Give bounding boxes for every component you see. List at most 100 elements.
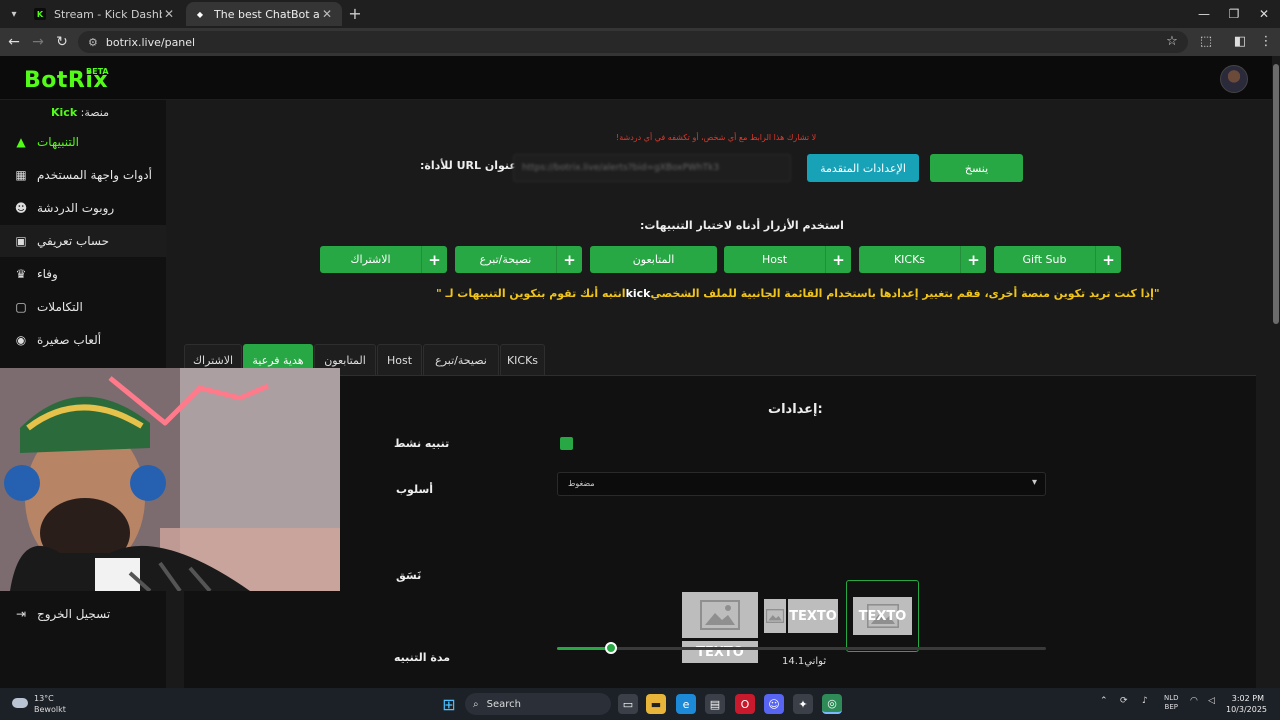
test-kicks-button[interactable]: KICKs + xyxy=(859,246,986,273)
plus-icon: + xyxy=(960,246,986,273)
tab-tip-donation[interactable]: نصيحة/تبرع xyxy=(423,344,499,376)
tab-kicks[interactable]: KICKs xyxy=(500,344,545,376)
layout-option-image-left[interactable]: TEXTO xyxy=(764,599,838,633)
button-label: Gift Sub xyxy=(1022,253,1067,266)
tab-host[interactable]: Host xyxy=(377,344,422,376)
page-scrollbar[interactable] xyxy=(1272,56,1280,688)
test-followers-button[interactable]: المتابعون xyxy=(590,246,717,273)
settings-title: إعدادات: xyxy=(768,402,823,417)
layout-text-sample: TEXTO xyxy=(788,599,838,633)
scrollbar-thumb[interactable] xyxy=(1273,64,1279,324)
duration-slider-handle[interactable] xyxy=(604,642,617,654)
sidebar-item-alerts[interactable]: ▲ التنبيهات xyxy=(0,126,166,158)
layout-option-text-overlay[interactable]: TEXTO xyxy=(846,580,919,652)
active-alert-checkbox[interactable] xyxy=(560,437,573,450)
discord-icon[interactable]: ☺ xyxy=(764,694,784,714)
tab-title: The best ChatBot and Widgets xyxy=(214,7,320,21)
active-alert-label: تنبيه نشط xyxy=(394,437,450,450)
plus-icon: + xyxy=(556,246,582,273)
bookmark-star-icon[interactable]: ☆ xyxy=(1162,32,1182,52)
sidebar-item-label: التكاملات xyxy=(37,300,83,314)
profile-card-icon: ▣ xyxy=(15,234,27,248)
alert-duration-label: مدة التنبيه xyxy=(394,651,451,664)
new-tab-button[interactable]: + xyxy=(346,5,364,23)
microphone-icon[interactable]: ♪ xyxy=(1142,696,1148,706)
advanced-settings-button[interactable]: الإعدادات المتقدمة xyxy=(807,154,919,182)
volume-icon[interactable]: ◁ xyxy=(1208,696,1215,706)
url-warning-text: لا تشارك هذا الرابط مع أي شخص، أو تكشفه … xyxy=(616,133,817,142)
platform-indicator: منصة: Kick xyxy=(51,106,109,119)
button-label: Host xyxy=(761,253,788,266)
gamepad-icon: ◉ xyxy=(15,333,27,347)
test-gift-sub-button[interactable]: Gift Sub + xyxy=(994,246,1121,273)
cloud-icon xyxy=(12,698,28,708)
reload-icon[interactable]: ↻ xyxy=(52,32,72,52)
weather-temp: 13°C xyxy=(34,694,54,703)
tab-close-icon[interactable]: ✕ xyxy=(320,7,334,21)
style-label: أسلوب xyxy=(396,483,434,496)
store-icon[interactable]: ▤ xyxy=(705,694,725,714)
minimize-button[interactable]: — xyxy=(1194,4,1214,24)
integrations-icon: ▢ xyxy=(15,300,27,314)
copy-url-button[interactable]: ينسخ xyxy=(930,154,1023,182)
test-subscription-button[interactable]: الاشتراك + xyxy=(320,246,447,273)
app-icon[interactable]: ✦ xyxy=(793,694,813,714)
sidebar-item-widgets[interactable]: ▦ أدوات واجهة المستخدم xyxy=(0,159,166,191)
image-placeholder-icon xyxy=(682,592,758,638)
taskbar-search[interactable]: ⌕ Search xyxy=(465,693,611,715)
tab-close-icon[interactable]: ✕ xyxy=(162,7,176,21)
duration-slider-fill xyxy=(557,647,611,650)
platform-value: Kick xyxy=(51,106,78,119)
layout-option-image-top[interactable]: TEXTO xyxy=(682,592,758,664)
tab-search-icon[interactable]: ▾ xyxy=(4,4,24,24)
edge-icon[interactable]: e xyxy=(676,694,696,714)
restore-button[interactable]: ❐ xyxy=(1224,4,1244,24)
wifi-icon[interactable]: ◠ xyxy=(1190,696,1198,706)
system-clock[interactable]: 3:02 PM 10/3/2025 xyxy=(1226,693,1267,715)
forward-icon[interactable]: → xyxy=(28,32,48,52)
language-indicator[interactable]: NLD BEP xyxy=(1164,694,1179,712)
close-window-button[interactable]: ✕ xyxy=(1254,4,1274,24)
back-icon[interactable]: ← xyxy=(4,32,24,52)
tray-expand-icon[interactable]: ⌃ xyxy=(1100,696,1108,706)
file-explorer-icon[interactable]: ▬ xyxy=(646,694,666,714)
sidebar-item-label: ألعاب صغيرة xyxy=(37,333,102,347)
sidebar-item-minigames[interactable]: ◉ ألعاب صغيرة xyxy=(0,324,166,356)
platform-config-note: "إذا كنت تريد تكوين منصة أخرى، فقم بتغيي… xyxy=(436,287,1160,300)
sidebar-item-profile[interactable]: ▣ حساب تعريفي xyxy=(0,225,166,257)
sidebar-item-logout[interactable]: ⇥ تسجيل الخروج xyxy=(0,598,166,630)
style-select[interactable]: مضغوط ▾ xyxy=(557,472,1046,496)
duration-slider-track[interactable] xyxy=(557,647,1046,650)
address-bar[interactable]: ⚙ botrix.live/panel xyxy=(78,31,1188,53)
test-alerts-hint: استخدم الأزرار أدناه لاختبار التنبيهات: xyxy=(640,219,844,232)
plus-icon: + xyxy=(421,246,447,273)
sidebar-item-label: حساب تعريفي xyxy=(37,234,110,248)
note-platform: kick xyxy=(625,287,651,300)
layout-text-sample: TEXTO xyxy=(858,608,907,624)
plus-icon: + xyxy=(1095,246,1121,273)
browser-tab-kick-dashboard[interactable]: K Stream - Kick Dashboard ✕ xyxy=(26,2,184,26)
tray-app-icon[interactable]: ⟳ xyxy=(1120,696,1128,706)
chrome-icon[interactable]: ◎ xyxy=(822,694,842,714)
test-tip-donation-button[interactable]: نصيحة/تبرع + xyxy=(455,246,582,273)
windows-start-icon[interactable]: ⊞ xyxy=(439,694,459,714)
profile-icon[interactable]: ◧ xyxy=(1230,32,1250,52)
menu-kebab-icon[interactable]: ⋮ xyxy=(1256,32,1276,52)
browser-tab-botrix[interactable]: ◆ The best ChatBot and Widgets ✕ xyxy=(186,2,342,26)
tab-title: Stream - Kick Dashboard xyxy=(54,7,162,21)
button-label: KICKs xyxy=(893,253,926,266)
lang-top: NLD xyxy=(1164,694,1179,702)
sidebar-item-loyalty[interactable]: ♛ وفاء xyxy=(0,258,166,290)
opera-icon[interactable]: O xyxy=(735,694,755,714)
test-host-button[interactable]: Host + xyxy=(724,246,851,273)
top-navbar: BotRix BETA xyxy=(0,56,1272,100)
task-view-icon[interactable]: ▭ xyxy=(618,694,638,714)
button-label: المتابعون xyxy=(632,253,675,266)
widget-url-input[interactable]: https://botrix.live/alerts?bid=gXBoxPWhT… xyxy=(513,154,791,182)
sidebar-item-chatbot[interactable]: ☻ روبوت الدردشة xyxy=(0,192,166,224)
user-avatar[interactable] xyxy=(1220,65,1248,93)
site-info-icon[interactable]: ⚙ xyxy=(88,36,98,49)
sidebar-item-integrations[interactable]: ▢ التكاملات xyxy=(0,291,166,323)
extensions-icon[interactable]: ⬚ xyxy=(1196,32,1216,52)
robot-icon: ☻ xyxy=(14,201,28,215)
